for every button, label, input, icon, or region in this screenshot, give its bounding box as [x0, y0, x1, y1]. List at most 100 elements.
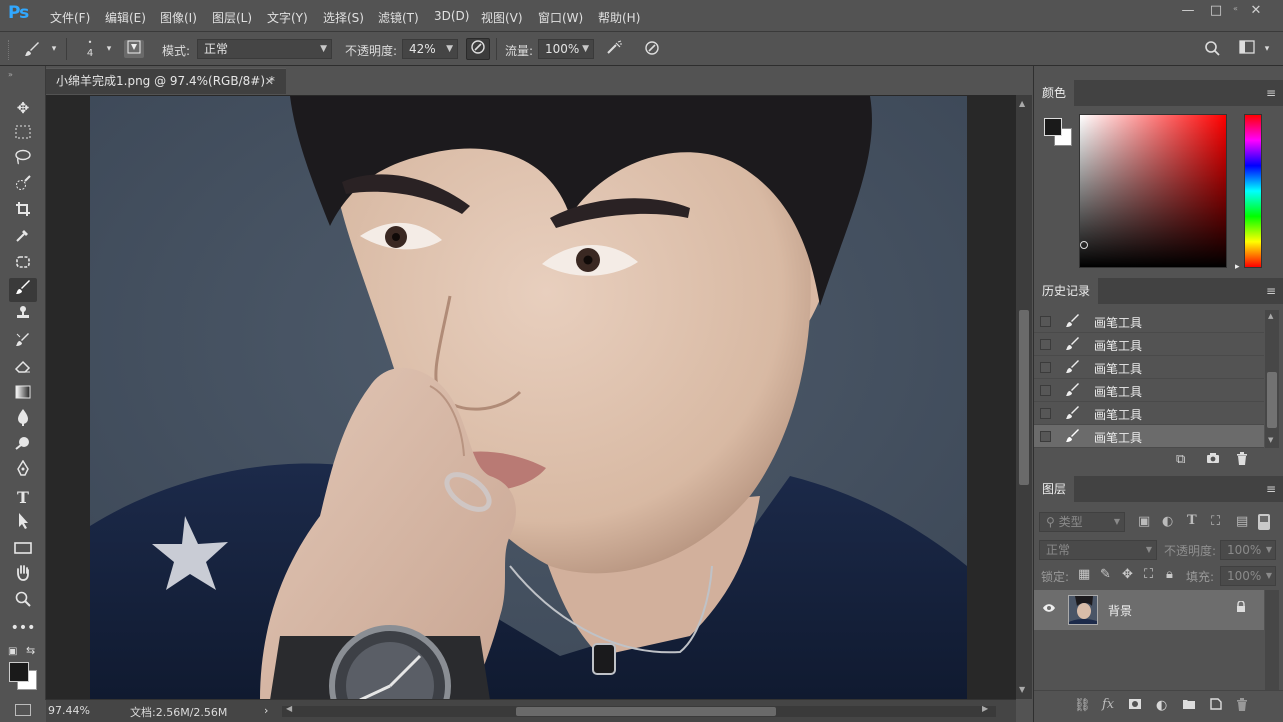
tab-history[interactable]: 历史记录	[1034, 278, 1099, 304]
layer-thumbnail[interactable]	[1068, 595, 1098, 625]
history-snapshot-checkbox[interactable]	[1040, 385, 1051, 396]
brush-tool-icon[interactable]	[9, 278, 37, 302]
swap-colors-icon[interactable]: ⇆	[26, 644, 35, 657]
airbrush-icon[interactable]	[604, 40, 624, 58]
close-tab-icon[interactable]: ✕	[265, 69, 274, 94]
scroll-thumb[interactable]	[516, 707, 776, 716]
dodge-tool-icon[interactable]	[9, 434, 37, 458]
menu-window[interactable]: 窗口(W)	[538, 9, 583, 26]
document-tab[interactable]: 小绵羊完成1.png @ 97.4%(RGB/8#) * ✕	[46, 68, 286, 94]
brush-size-picker[interactable]: • 4	[80, 38, 100, 64]
quick-selection-tool-icon[interactable]	[9, 174, 37, 198]
lock-all-icon[interactable]: 🔒︎	[1166, 567, 1173, 582]
history-scrollbar[interactable]: ▲ ▼	[1265, 310, 1279, 448]
filter-pixel-icon[interactable]: ▣	[1138, 514, 1150, 529]
brush-panel-toggle-icon[interactable]	[124, 40, 144, 58]
foreground-color-swatch[interactable]	[9, 662, 29, 682]
history-snapshot-checkbox[interactable]	[1040, 408, 1051, 419]
blur-tool-icon[interactable]	[9, 408, 37, 432]
pressure-opacity-icon[interactable]	[466, 38, 490, 60]
filter-toggle-switch[interactable]	[1258, 514, 1270, 530]
trash-icon[interactable]	[1236, 452, 1248, 469]
delete-layer-trash-icon[interactable]	[1236, 698, 1248, 715]
move-tool-icon[interactable]: ✥	[9, 96, 37, 120]
list-item[interactable]: 画笔工具	[1034, 402, 1264, 425]
brush-preset-dropdown-icon[interactable]: ▾	[44, 40, 64, 58]
layer-filter-select[interactable]: ⚲ 类型 ▼	[1039, 512, 1125, 532]
history-snapshot-checkbox[interactable]	[1040, 362, 1051, 373]
close-button[interactable]: ✕	[1236, 0, 1276, 22]
history-snapshot-checkbox[interactable]	[1040, 431, 1051, 442]
gradient-tool-icon[interactable]	[9, 382, 37, 406]
filter-smart-object-icon[interactable]: ▤	[1236, 514, 1248, 529]
list-item[interactable]: 画笔工具	[1034, 333, 1264, 356]
collapse-panels-icon[interactable]: «	[1233, 4, 1238, 13]
hue-slider[interactable]	[1244, 114, 1262, 268]
list-item[interactable]: 画笔工具	[1034, 379, 1264, 402]
tab-color[interactable]: 颜色	[1034, 80, 1075, 106]
camera-icon[interactable]	[1206, 452, 1220, 468]
search-icon[interactable]	[1202, 40, 1222, 58]
menu-3d[interactable]: 3D(D)	[434, 9, 469, 23]
menu-select[interactable]: 选择(S)	[323, 9, 364, 26]
scroll-left-icon[interactable]: ◀	[286, 704, 292, 713]
history-snapshot-checkbox[interactable]	[1040, 316, 1051, 327]
foreground-color-chip[interactable]	[1044, 118, 1062, 136]
hue-slider-handle-icon[interactable]: ▸	[1235, 262, 1240, 272]
list-item[interactable]: 画笔工具	[1034, 310, 1264, 333]
menu-type[interactable]: 文字(Y)	[267, 9, 308, 26]
lock-position-icon[interactable]: ✥	[1122, 567, 1133, 582]
lock-image-pixels-icon[interactable]: ✎	[1100, 567, 1111, 582]
blend-mode-select[interactable]: 正常 ▼	[1039, 540, 1157, 560]
filter-adjustment-icon[interactable]: ◐	[1162, 514, 1173, 529]
crop-tool-icon[interactable]	[9, 200, 37, 224]
opacity-input[interactable]: 42% ▼	[402, 39, 458, 59]
zoom-level[interactable]: 97.44%	[48, 704, 90, 717]
image-canvas[interactable]	[90, 96, 967, 700]
menu-layer[interactable]: 图层(L)	[212, 9, 252, 26]
menu-view[interactable]: 视图(V)	[481, 9, 523, 26]
add-mask-icon[interactable]	[1128, 698, 1142, 714]
scroll-right-icon[interactable]: ▶	[982, 704, 988, 713]
menu-edit[interactable]: 编辑(E)	[105, 9, 146, 26]
vertical-scrollbar[interactable]: ▲ ▼	[1016, 95, 1032, 699]
workspace-icon[interactable]	[1237, 40, 1257, 58]
marquee-tool-icon[interactable]	[9, 122, 37, 146]
lasso-tool-icon[interactable]	[9, 148, 37, 172]
spot-healing-tool-icon[interactable]	[9, 252, 37, 276]
tab-layers[interactable]: 图层	[1034, 476, 1075, 502]
panel-menu-icon[interactable]: ≡	[1266, 482, 1276, 496]
new-document-from-state-icon[interactable]: ⧉	[1176, 452, 1185, 467]
rectangle-tool-icon[interactable]	[9, 538, 37, 562]
scroll-down-icon[interactable]: ▼	[1268, 436, 1273, 444]
list-item-selected[interactable]: 画笔工具	[1034, 425, 1264, 448]
grip-handle[interactable]	[8, 40, 11, 60]
color-field[interactable]	[1079, 114, 1227, 268]
eye-visibility-icon[interactable]	[1042, 602, 1056, 617]
eyedropper-tool-icon[interactable]	[9, 226, 37, 250]
hand-tool-icon[interactable]	[9, 564, 37, 588]
scroll-up-icon[interactable]: ▲	[1019, 99, 1025, 108]
layers-scrollbar[interactable]	[1265, 590, 1279, 690]
maximize-button[interactable]: □	[1200, 0, 1232, 22]
menu-file[interactable]: 文件(F)	[50, 9, 90, 26]
layer-style-fx-icon[interactable]: fx	[1102, 697, 1114, 712]
history-snapshot-checkbox[interactable]	[1040, 339, 1051, 350]
layer-opacity-input[interactable]: 100% ▼	[1220, 540, 1276, 560]
path-selection-tool-icon[interactable]	[9, 512, 37, 536]
filter-shape-icon[interactable]: ⛶	[1211, 514, 1220, 529]
lock-transparency-icon[interactable]: ▦	[1078, 567, 1090, 582]
new-adjustment-layer-icon[interactable]: ◐	[1156, 698, 1167, 713]
clone-stamp-tool-icon[interactable]	[9, 304, 37, 328]
eraser-tool-icon[interactable]	[9, 356, 37, 380]
menu-image[interactable]: 图像(I)	[160, 9, 197, 26]
collapse-icon[interactable]: »	[8, 70, 13, 79]
pen-tool-icon[interactable]	[9, 459, 37, 484]
zoom-tool-icon[interactable]	[9, 590, 37, 614]
scroll-thumb[interactable]	[1267, 372, 1277, 428]
flow-input[interactable]: 100% ▼	[538, 39, 594, 59]
scroll-up-icon[interactable]: ▲	[1268, 312, 1273, 320]
fill-input[interactable]: 100% ▼	[1220, 566, 1276, 586]
screen-mode-icon[interactable]	[15, 704, 31, 716]
menu-help[interactable]: 帮助(H)	[598, 9, 640, 26]
